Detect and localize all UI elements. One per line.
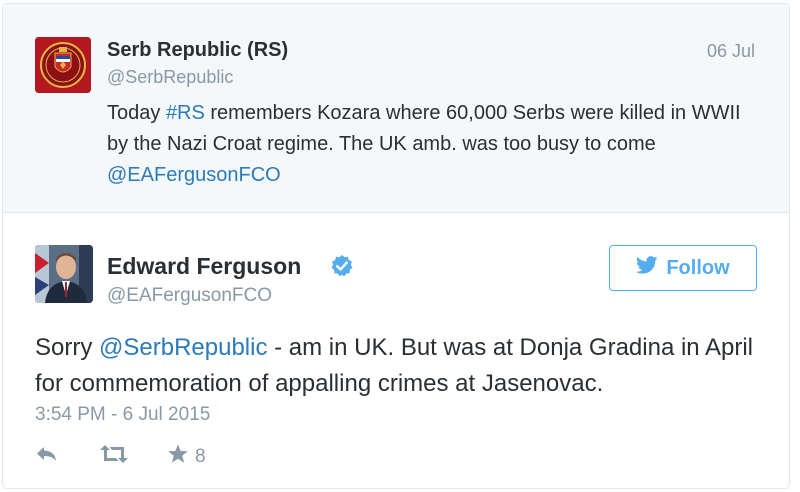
- retweet-button[interactable]: [99, 444, 129, 469]
- reply-icon: [35, 445, 59, 468]
- parent-tweet-text: Today #RS remembers Kozara where 60,000 …: [107, 98, 767, 191]
- mention-link[interactable]: @EAFergusonFCO: [107, 164, 281, 186]
- follow-label: Follow: [666, 256, 730, 279]
- main-display-name[interactable]: Edward Ferguson: [107, 253, 301, 280]
- parent-date[interactable]: 06 Jul: [707, 41, 755, 62]
- retweet-icon: [99, 444, 129, 469]
- hashtag-link[interactable]: #RS: [166, 102, 205, 124]
- reply-button[interactable]: [35, 445, 59, 468]
- favorite-count: 8: [195, 445, 206, 467]
- mention-link[interactable]: @SerbRepublic: [99, 334, 267, 361]
- parent-handle[interactable]: @SerbRepublic: [107, 67, 233, 88]
- main-handle[interactable]: @EAFergusonFCO: [107, 285, 272, 307]
- tweet-timestamp[interactable]: 3:54 PM - 6 Jul 2015: [35, 404, 210, 426]
- tweet-actions: 8: [35, 444, 206, 469]
- main-tweet-text: Sorry @SerbRepublic - am in UK. But was …: [35, 330, 765, 402]
- parent-text-start: Today: [107, 102, 166, 124]
- main-text-start: Sorry: [35, 334, 100, 361]
- main-avatar[interactable]: [35, 245, 93, 303]
- star-icon: [167, 444, 189, 469]
- tweet-card: Serb Republic (RS) @SerbRepublic 06 Jul …: [2, 3, 790, 489]
- twitter-bird-icon: [636, 256, 658, 280]
- parent-avatar[interactable]: [35, 37, 91, 93]
- favorite-button[interactable]: 8: [167, 444, 206, 469]
- follow-button[interactable]: Follow: [609, 245, 757, 291]
- verified-badge-icon: [330, 254, 354, 278]
- parent-tweet[interactable]: Serb Republic (RS) @SerbRepublic 06 Jul …: [3, 4, 789, 213]
- parent-display-name[interactable]: Serb Republic (RS): [107, 39, 288, 62]
